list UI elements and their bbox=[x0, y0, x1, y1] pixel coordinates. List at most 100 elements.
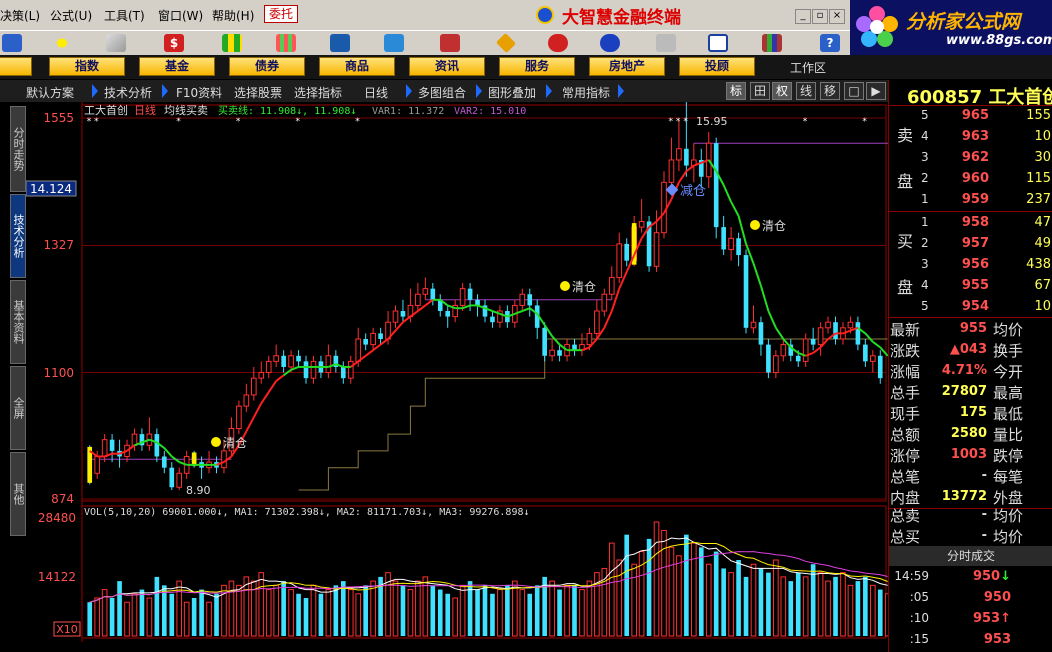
candle-body bbox=[825, 321, 831, 329]
tick-row: 14:59 950↓ bbox=[889, 566, 1052, 587]
menu-window[interactable]: 窗口(W) bbox=[158, 7, 203, 24]
ask-row[interactable]: 3 962 30 bbox=[889, 147, 1052, 168]
volume-bar bbox=[780, 576, 787, 637]
high-label: 15.95 bbox=[696, 115, 728, 128]
sub-f10[interactable]: F10资料 bbox=[176, 84, 222, 101]
sub-select-indicator[interactable]: 选择指标 bbox=[294, 84, 342, 101]
stat-label-2: 最高 bbox=[993, 384, 1024, 402]
tab-other[interactable]: 其他 bbox=[10, 452, 26, 536]
stat-label-2: 每笔 bbox=[993, 468, 1024, 486]
volume-bar bbox=[161, 585, 167, 636]
sub-daily[interactable]: 日线 bbox=[364, 84, 388, 101]
note-icon[interactable] bbox=[656, 34, 676, 52]
cat-stock[interactable]: 股 bbox=[0, 57, 32, 76]
ask-level: 3 bbox=[921, 150, 929, 164]
edit-icon[interactable] bbox=[440, 34, 460, 52]
chart-header-period: 日线 bbox=[134, 103, 156, 117]
star-marker: * bbox=[236, 117, 241, 127]
minimize-icon[interactable]: _ bbox=[795, 9, 811, 24]
sub-common-indicators[interactable]: 常用指标 bbox=[562, 84, 610, 101]
mark-button[interactable]: 标 bbox=[726, 82, 746, 100]
tab-tech-analysis[interactable]: 技术分析 bbox=[10, 194, 26, 278]
dollar-icon[interactable]: $ bbox=[164, 34, 184, 52]
menu-formula[interactable]: 公式(U) bbox=[50, 7, 92, 24]
sub-tech-analysis[interactable]: 技术分析 bbox=[104, 84, 152, 101]
sub-select-stock[interactable]: 选择股票 bbox=[234, 84, 282, 101]
star-marker: * bbox=[94, 117, 99, 127]
sub-multi-combo[interactable]: 多图组合 bbox=[418, 84, 466, 101]
low-label: 8.90 bbox=[186, 484, 211, 497]
cat-index[interactable]: 指数 bbox=[49, 57, 125, 76]
play-icon[interactable]: ▶ bbox=[866, 82, 886, 100]
ruler-icon[interactable] bbox=[106, 34, 126, 52]
workarea-label[interactable]: 工作区 bbox=[790, 59, 826, 76]
price-tick-3: 874 bbox=[51, 492, 74, 506]
cat-realestate[interactable]: 房地产 bbox=[589, 57, 665, 76]
order-button[interactable]: 委托 bbox=[264, 5, 298, 23]
move-button[interactable]: 移 bbox=[820, 82, 840, 100]
grid-icon[interactable] bbox=[2, 34, 22, 52]
dropdown-arrow-icon[interactable] bbox=[476, 84, 482, 98]
volume-bar bbox=[333, 585, 339, 636]
bid-row[interactable]: 5 954 10 bbox=[889, 296, 1052, 317]
cat-bond[interactable]: 债券 bbox=[229, 57, 305, 76]
menu-decision[interactable]: 决策(L) bbox=[0, 7, 40, 24]
ask-row[interactable]: 5 965 155 bbox=[889, 105, 1052, 126]
ask-price: 965 bbox=[961, 108, 989, 123]
tab-fullscreen[interactable]: 全屏 bbox=[10, 366, 26, 450]
grid-button[interactable]: 田 bbox=[750, 82, 770, 100]
tab-fundamentals[interactable]: 基本资料 bbox=[10, 280, 26, 364]
chain-icon[interactable] bbox=[548, 34, 568, 52]
volume-bar bbox=[788, 581, 794, 636]
cat-service[interactable]: 服务 bbox=[499, 57, 575, 76]
dropdown-arrow-icon[interactable] bbox=[546, 84, 552, 98]
bars-icon[interactable] bbox=[276, 34, 296, 52]
ask-row[interactable]: 1 959 237 bbox=[889, 189, 1052, 210]
close-icon[interactable]: × bbox=[829, 9, 845, 24]
sub-default-scheme[interactable]: 默认方案 bbox=[26, 84, 74, 101]
books-icon[interactable] bbox=[762, 34, 782, 52]
dropdown-arrow-icon[interactable] bbox=[406, 84, 412, 98]
diamond-icon[interactable] bbox=[495, 32, 517, 54]
volume-bar bbox=[296, 593, 301, 636]
crosshair-icon[interactable] bbox=[52, 34, 72, 52]
rights-button[interactable]: 权 bbox=[772, 82, 792, 100]
menu-help[interactable]: 帮助(H) bbox=[212, 7, 254, 24]
menu-tools[interactable]: 工具(T) bbox=[104, 7, 145, 24]
help-icon[interactable]: ? bbox=[820, 34, 840, 52]
kline-chart[interactable]: * * * * * * * * * * * 工大首创 日线 均线买卖 买卖线: 11.908↓, 1… bbox=[26, 102, 888, 642]
binoculars-icon[interactable] bbox=[330, 34, 350, 52]
bid-row[interactable]: 3 956 438 bbox=[889, 254, 1052, 275]
ask-row[interactable]: 4 963 10 bbox=[889, 126, 1052, 147]
bid-row[interactable]: 2 957 49 bbox=[889, 233, 1052, 254]
expand-icon[interactable]: □ bbox=[844, 82, 864, 100]
category-bar: 股 指数 基金 债券 商品 资讯 服务 房地产 投顾 工作区 bbox=[0, 55, 1052, 79]
tab-intraday[interactable]: 分时走势 bbox=[10, 106, 26, 192]
restore-icon[interactable]: ▫ bbox=[812, 9, 828, 24]
window-icon[interactable] bbox=[708, 34, 728, 52]
line-button[interactable]: 线 bbox=[796, 82, 816, 100]
time-sales-title[interactable]: 分时成交 bbox=[889, 546, 1052, 566]
dropdown-arrow-icon[interactable] bbox=[618, 84, 624, 98]
link-icon[interactable] bbox=[600, 34, 620, 52]
volume-bar bbox=[497, 589, 503, 637]
volume-bar bbox=[586, 580, 593, 637]
volume-bar bbox=[527, 593, 533, 636]
bid-row[interactable]: 4 955 67 bbox=[889, 275, 1052, 296]
ask-row[interactable]: 2 960 115 bbox=[889, 168, 1052, 189]
bid-row[interactable]: 1 958 47 bbox=[889, 212, 1052, 233]
cat-advisor[interactable]: 投顾 bbox=[679, 57, 755, 76]
chips-icon[interactable] bbox=[222, 34, 242, 52]
dropdown-arrow-icon[interactable] bbox=[92, 84, 98, 98]
sub-overlay[interactable]: 图形叠加 bbox=[488, 84, 536, 101]
ask-level: 5 bbox=[921, 108, 929, 122]
cat-fund[interactable]: 基金 bbox=[139, 57, 215, 76]
alarm-icon[interactable] bbox=[384, 34, 404, 52]
candle-body bbox=[430, 288, 436, 300]
cat-news[interactable]: 资讯 bbox=[409, 57, 485, 76]
dropdown-arrow-icon[interactable] bbox=[162, 84, 168, 98]
volume-bar bbox=[228, 580, 235, 637]
candle-body bbox=[616, 243, 623, 278]
candle-body bbox=[400, 311, 406, 317]
cat-commodity[interactable]: 商品 bbox=[319, 57, 395, 76]
